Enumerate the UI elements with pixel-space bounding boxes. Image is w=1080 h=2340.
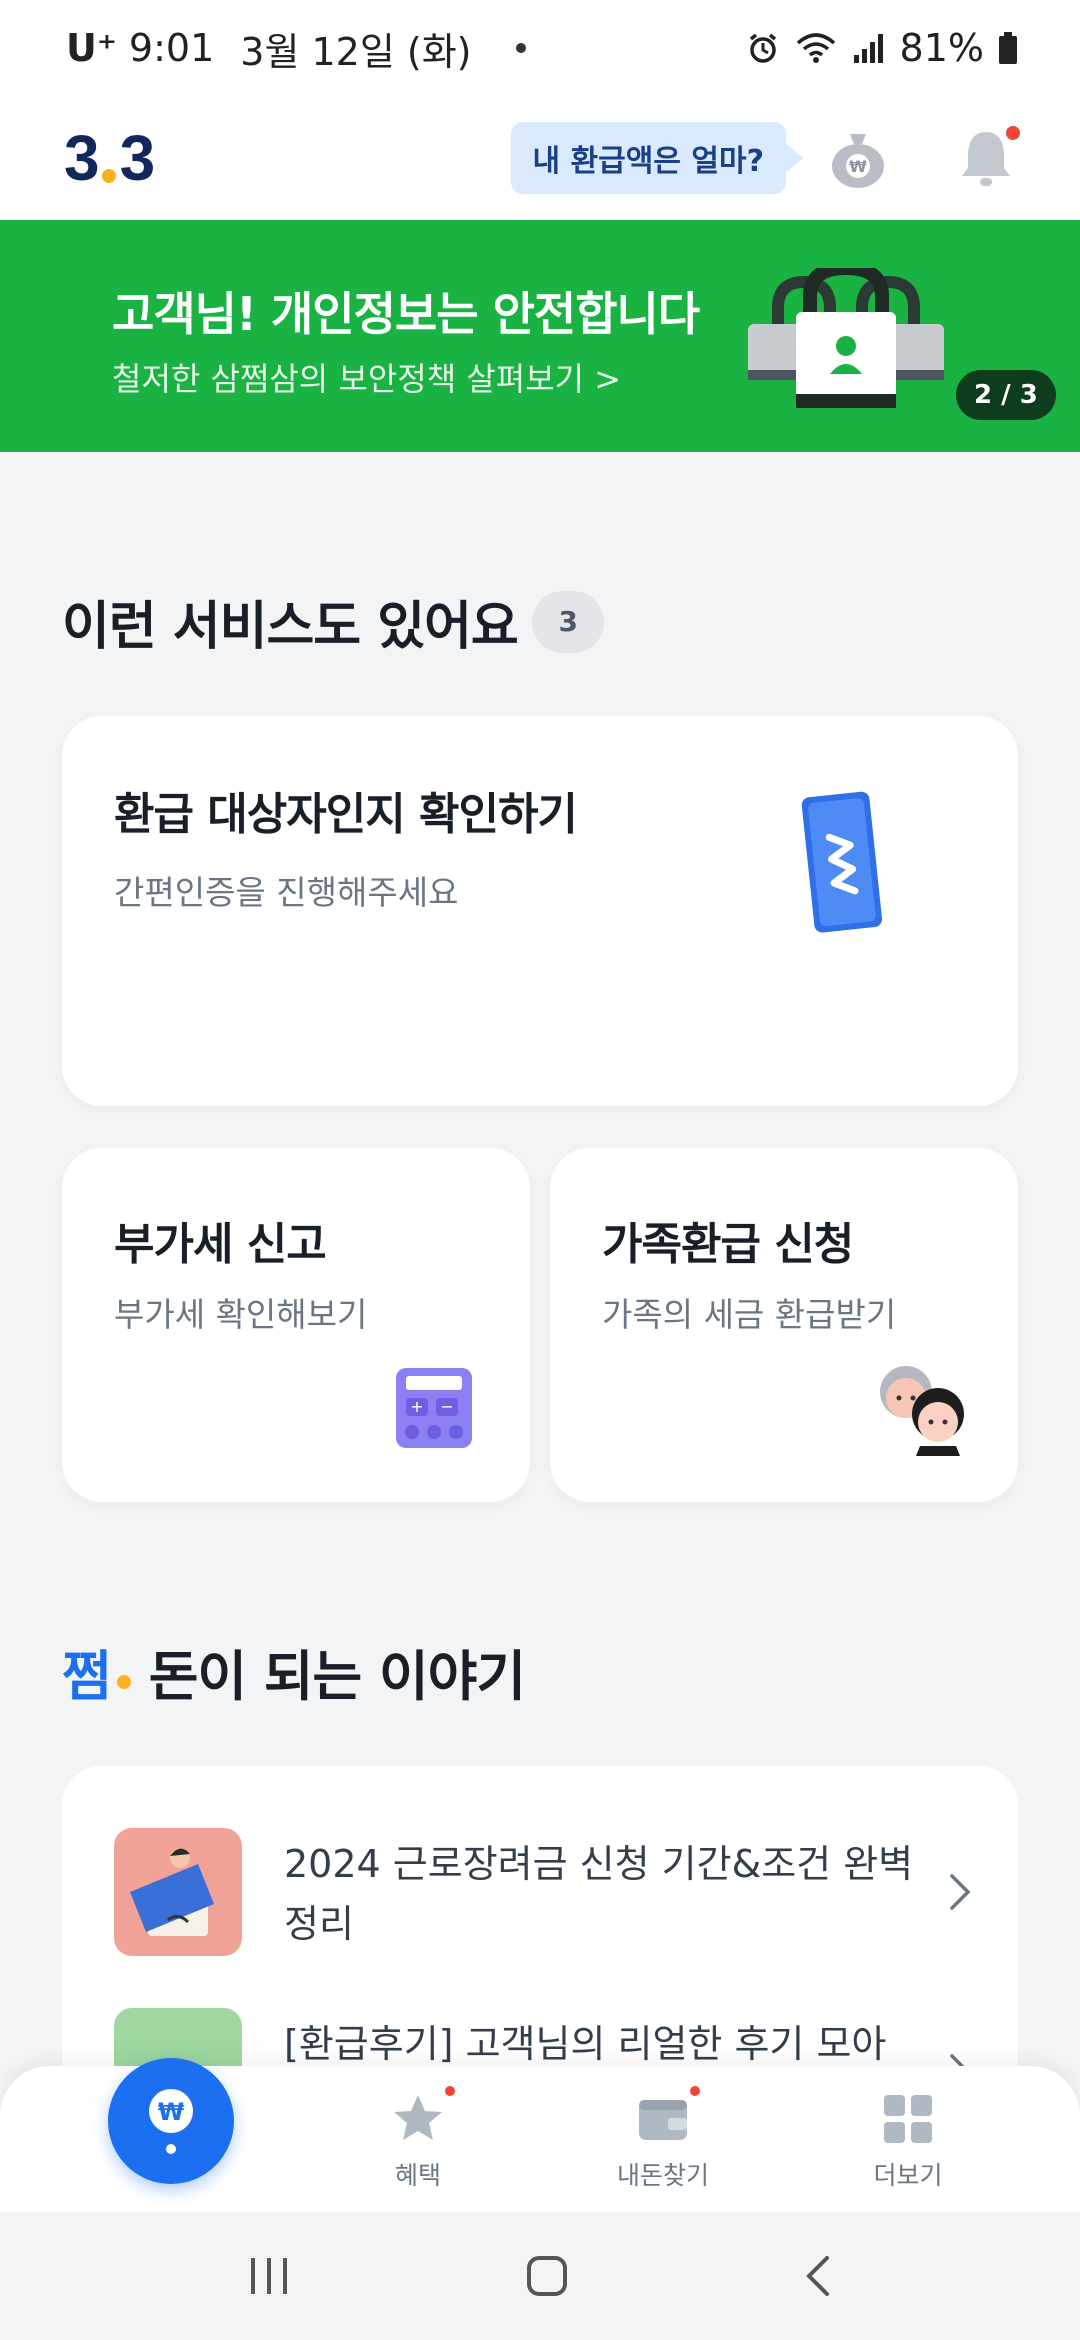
- services-count-badge: 3: [531, 590, 604, 653]
- logo-digit: 3: [64, 122, 100, 194]
- calculator-icon: + −: [396, 1368, 472, 1448]
- story-title: [환급후기] 고객님의 리얼한 후기 모아: [284, 2022, 887, 2066]
- nav-label: 더보기: [873, 2161, 943, 2190]
- battery-percent: 81%: [899, 26, 984, 70]
- nav-tab-benefits[interactable]: 혜택: [338, 2086, 498, 2192]
- card-desc: 가족의 세금 환급받기: [602, 1295, 897, 1334]
- security-banner[interactable]: 고객님! 개인정보는 안전합니다 철저한 삼쩜삼의 보안정책 살펴보기 > 2 …: [0, 220, 1080, 452]
- bell-badge: [1006, 126, 1020, 140]
- back-icon[interactable]: [803, 2254, 833, 2298]
- services-section-title: 이런 서비스도 있어요 3: [62, 584, 604, 659]
- battery-icon: [999, 32, 1017, 64]
- refund-eligibility-card[interactable]: 환급 대상자인지 확인하기 간편인증을 진행해주세요: [62, 716, 1018, 1106]
- chevron-right-icon: [950, 1874, 971, 1910]
- stories-brand: 쩜: [62, 1645, 112, 1708]
- ticket-icon: [801, 791, 883, 933]
- wifi-icon: [796, 33, 835, 63]
- banner-link[interactable]: 철저한 삼쩜삼의 보안정책 살펴보기 >: [112, 354, 621, 400]
- header-actions: 내 환급액은 얼마? ₩: [510, 122, 1020, 194]
- story-thumbnail: [114, 1828, 242, 1956]
- stories-section-title: 쩜 돈이 되는 이야기: [62, 1632, 526, 1711]
- system-navigation-bar: [0, 2212, 1080, 2340]
- vat-report-card[interactable]: 부가세 신고 부가세 확인해보기 + −: [62, 1148, 530, 1502]
- carrier-label: U⁺: [66, 26, 117, 70]
- wallet-icon: [639, 2100, 687, 2140]
- nav-icon-wrap: [391, 2086, 455, 2146]
- family-icon: [880, 1366, 964, 1456]
- logo-dot: [101, 169, 116, 183]
- logo-digit: 3: [119, 122, 156, 194]
- status-bar: U⁺ 9:01 3월 12일 (화) 81%: [0, 0, 1080, 96]
- status-left: U⁺ 9:01 3월 12일 (화): [66, 21, 526, 76]
- nav-icon-wrap: [881, 2092, 935, 2146]
- status-time: 9:01: [128, 26, 215, 70]
- family-refund-card[interactable]: 가족환급 신청 가족의 세금 환급받기: [550, 1148, 1018, 1502]
- stories-brand-dot: [116, 1674, 131, 1689]
- app-header: 3 3 내 환급액은 얼마? ₩: [0, 96, 1080, 220]
- services-title-text: 이런 서비스도 있어요: [62, 597, 519, 657]
- app-logo[interactable]: 3 3: [64, 121, 156, 195]
- home-icon[interactable]: [525, 2254, 569, 2298]
- card-desc: 간편인증을 진행해주세요: [114, 873, 459, 912]
- nav-home-button[interactable]: ₩: [108, 2058, 234, 2184]
- money-bag-icon[interactable]: ₩: [826, 126, 890, 190]
- grid-icon: [884, 2095, 932, 2143]
- signal-icon: [853, 34, 883, 63]
- card-desc: 부가세 확인해보기: [114, 1295, 368, 1334]
- star-icon: [394, 2095, 442, 2140]
- notification-dot-icon: [515, 43, 526, 53]
- nav-icon-wrap: [636, 2086, 700, 2146]
- card-title: 환급 대상자인지 확인하기: [114, 789, 578, 840]
- stories-title-text: 돈이 되는 이야기: [148, 1645, 526, 1708]
- banner-title: 고객님! 개인정보는 안전합니다: [112, 287, 700, 341]
- nav-label: 혜택: [394, 2161, 441, 2190]
- refund-amount-bubble[interactable]: 내 환급액은 얼마?: [510, 122, 786, 194]
- alarm-icon: [749, 33, 776, 63]
- banner-page-counter: 2 / 3: [956, 370, 1056, 420]
- padlock-icon: [748, 268, 944, 408]
- status-right: 81%: [746, 26, 1018, 70]
- nav-label: 내돈찾기: [616, 2161, 709, 2190]
- won-pin-icon: ₩: [149, 2089, 193, 2154]
- bottom-navigation: ₩ 혜택 내돈찾기 더보기: [0, 2058, 1080, 2212]
- story-list-item[interactable]: 2024 근로장려금 신청 기간&조건 완벽 정리: [114, 1828, 974, 1958]
- nav-tab-find-money[interactable]: 내돈찾기: [583, 2086, 743, 2192]
- svg-text:−: −: [440, 1397, 453, 1416]
- card-title: 가족환급 신청: [602, 1219, 854, 1270]
- notification-bell[interactable]: [956, 126, 1020, 190]
- status-date: 3월 12일 (화): [240, 29, 472, 74]
- recent-apps-icon[interactable]: [247, 2256, 291, 2296]
- svg-text:₩: ₩: [158, 2098, 185, 2126]
- nav-badge: [690, 2086, 700, 2096]
- nav-tab-more[interactable]: 더보기: [828, 2092, 988, 2192]
- card-title: 부가세 신고: [114, 1219, 327, 1270]
- svg-text:+: +: [410, 1397, 423, 1416]
- story-illustration-icon: [130, 1848, 214, 1936]
- story-title: 2024 근로장려금 신청 기간&조건 완벽 정리: [284, 1842, 914, 1946]
- svg-text:₩: ₩: [849, 157, 867, 176]
- nav-badge: [445, 2086, 455, 2096]
